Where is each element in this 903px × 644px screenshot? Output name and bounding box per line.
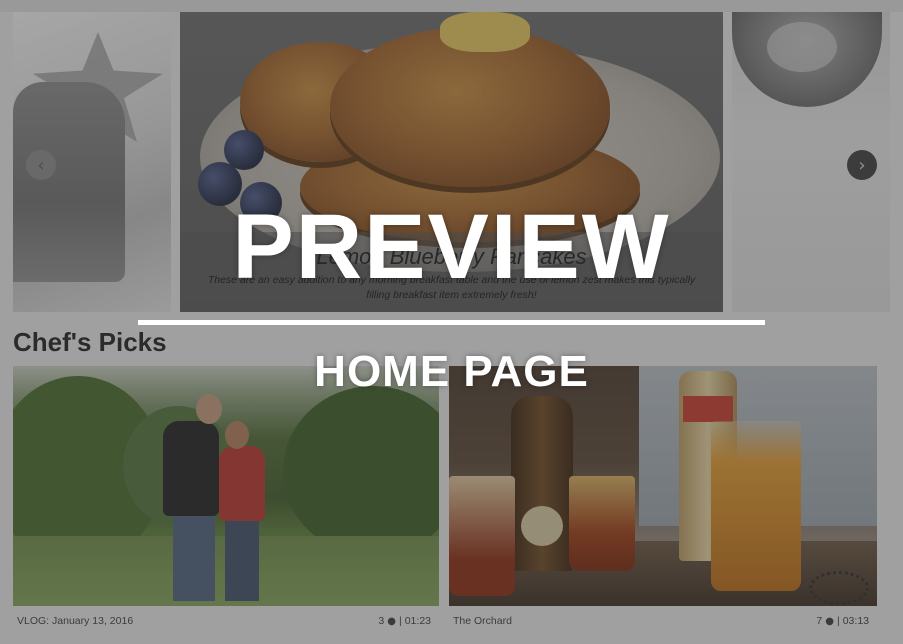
person-image [196, 394, 222, 424]
watermark-subtitle: HOME PAGE [314, 347, 589, 396]
watermark-title: PREVIEW [232, 196, 671, 298]
chevron-left-icon[interactable]: ‹ [26, 150, 56, 180]
video-duration: 03:13 [842, 615, 869, 627]
view-count: 7 [816, 615, 823, 627]
person-image [219, 446, 265, 521]
glass-image [569, 476, 635, 571]
video-thumbnail[interactable] [13, 366, 439, 606]
video-card[interactable]: VLOG: January 13, 2016 3 ● | 01:23 [13, 366, 439, 636]
video-title[interactable]: VLOG: January 13, 2016 [17, 615, 133, 627]
glass-image [449, 476, 515, 596]
stat-separator: | [836, 615, 840, 627]
person-image [225, 421, 249, 449]
watermark-divider [138, 320, 765, 325]
video-duration: 01:23 [404, 615, 431, 627]
person-image [173, 511, 215, 601]
glass-image [711, 421, 801, 591]
bowl-highlight [767, 22, 837, 72]
butter-image [440, 12, 530, 52]
person-image [225, 516, 259, 601]
video-meta: The Orchard 7 ● | 03:13 [449, 606, 877, 636]
blueberry-image [224, 130, 264, 170]
video-title[interactable]: The Orchard [453, 615, 512, 627]
video-card[interactable]: The Orchard 7 ● | 03:13 [449, 366, 877, 636]
view-count: 3 [378, 615, 385, 627]
top-strip [0, 0, 903, 12]
eye-icon: ● [387, 615, 396, 627]
video-meta: VLOG: January 13, 2016 3 ● | 01:23 [13, 606, 439, 636]
whisk-image [809, 571, 869, 605]
stat-separator: | [398, 615, 402, 627]
eye-icon: ● [825, 615, 834, 627]
video-thumbnail[interactable] [449, 366, 877, 606]
tree-image [283, 386, 439, 556]
person-image [163, 421, 219, 516]
chevron-right-icon[interactable]: › [847, 150, 877, 180]
bottle-label-image [521, 506, 563, 546]
video-stats: 3 ● | 01:23 [378, 615, 431, 627]
video-stats: 7 ● | 03:13 [816, 615, 869, 627]
bottle-label-image [683, 396, 733, 422]
